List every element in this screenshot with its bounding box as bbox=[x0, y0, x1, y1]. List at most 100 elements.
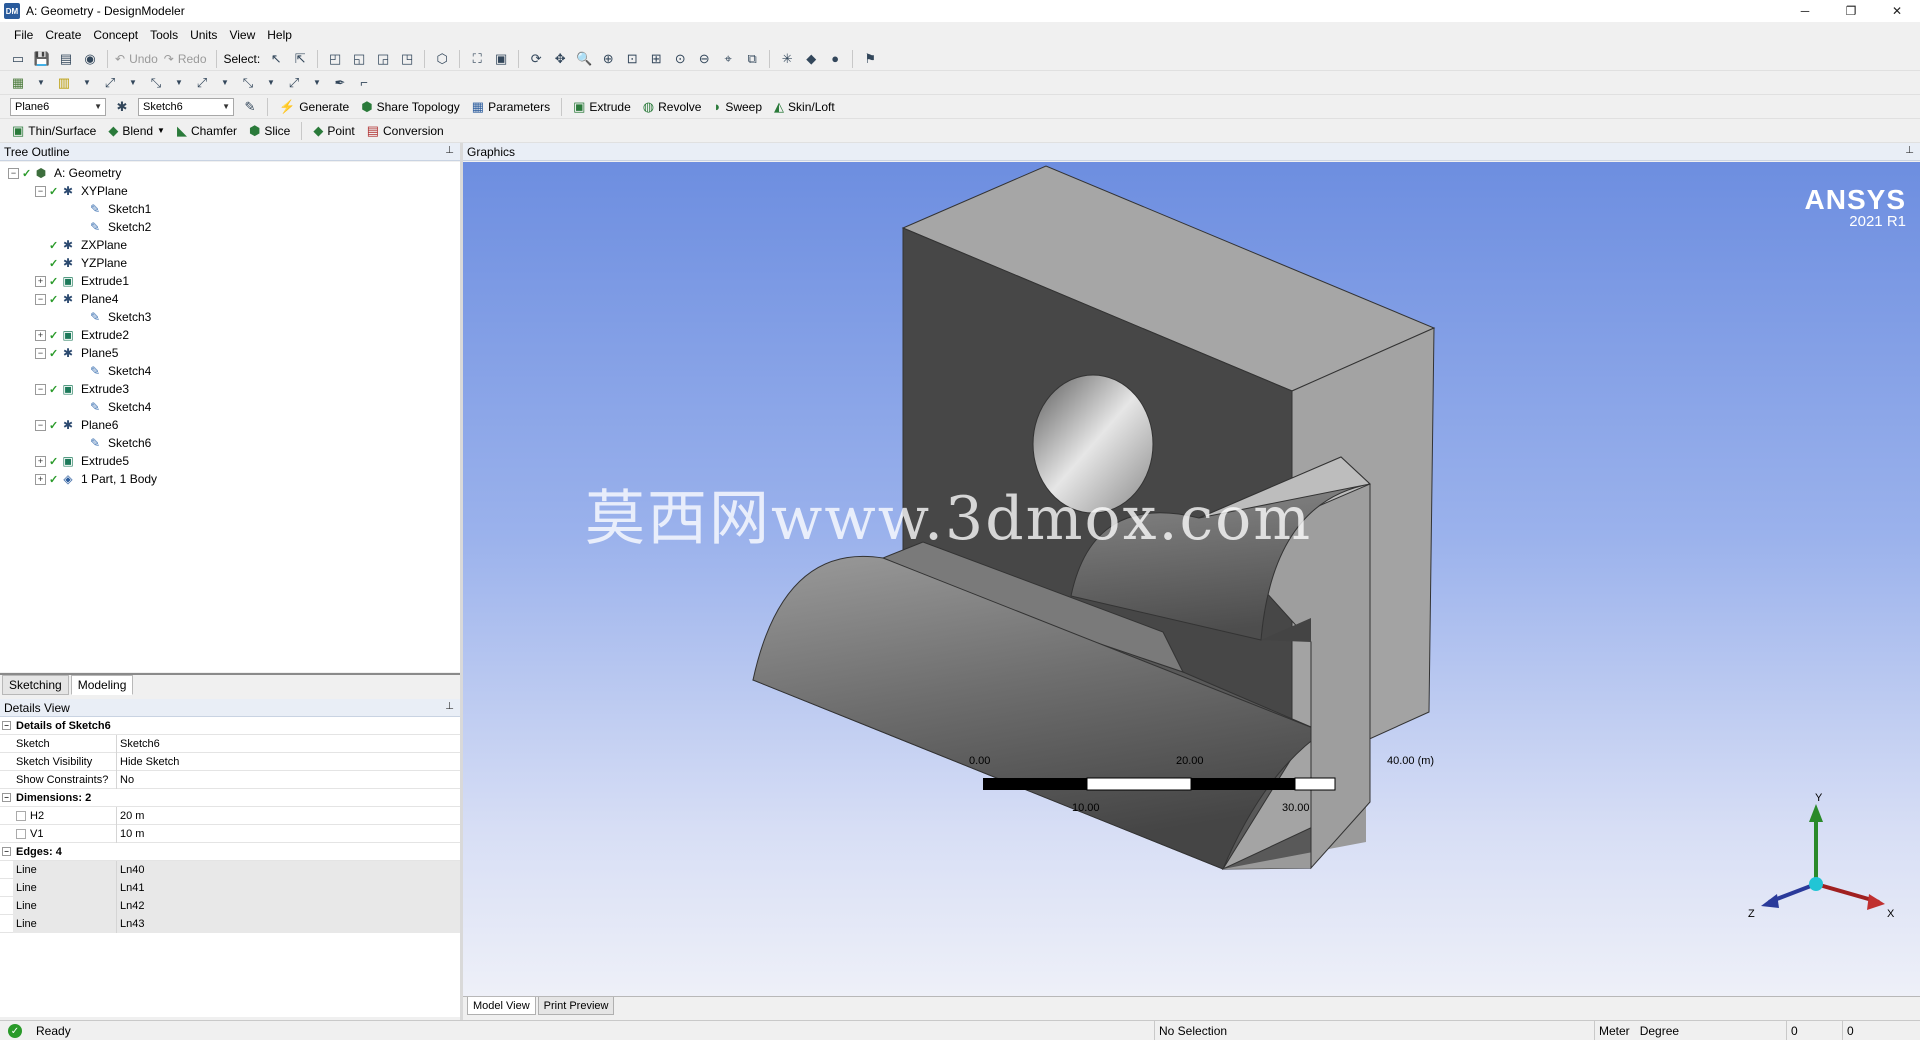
face-color-icon[interactable]: ▦ bbox=[8, 73, 28, 93]
point-tool-icon[interactable]: ⤢ bbox=[100, 73, 120, 93]
display-model-icon[interactable]: ◆ bbox=[801, 49, 821, 69]
tree-item[interactable]: ✎ Sketch2 bbox=[0, 218, 460, 236]
arc-tool-icon[interactable]: ⤡ bbox=[238, 73, 258, 93]
tree-item[interactable]: − ✓ ▣ Extrude3 bbox=[0, 380, 460, 398]
tree-item[interactable]: − ✓ ⬢ A: Geometry bbox=[0, 164, 460, 182]
details-section-main[interactable]: − Details of Sketch6 bbox=[0, 717, 460, 735]
look-at-icon[interactable]: ⌖ bbox=[718, 49, 738, 69]
details-section-dimensions[interactable]: − Dimensions: 2 bbox=[0, 789, 460, 807]
collapse-icon[interactable]: − bbox=[35, 185, 46, 197]
select-faces-icon[interactable]: ◲ bbox=[373, 49, 393, 69]
tree-item[interactable]: − ✓ ✱ XYPlane bbox=[0, 182, 460, 200]
tree-item[interactable]: ✎ Sketch6 bbox=[0, 434, 460, 452]
expand-icon[interactable]: + bbox=[35, 329, 46, 341]
tree-item[interactable]: − ✓ ✱ Plane5 bbox=[0, 344, 460, 362]
thin-surface-button[interactable]: ▣ Thin/Surface bbox=[6, 120, 102, 142]
tree-item[interactable]: + ✓ ▣ Extrude1 bbox=[0, 272, 460, 290]
tab-sketching[interactable]: Sketching bbox=[2, 675, 69, 695]
tree-item[interactable]: − ✓ ✱ Plane6 bbox=[0, 416, 460, 434]
parameter-checkbox[interactable] bbox=[16, 828, 26, 839]
zoom-icon[interactable]: 🔍 bbox=[574, 49, 594, 69]
dropdown-arrow-icon[interactable]: ▼ bbox=[170, 73, 188, 93]
sketch-select[interactable]: Sketch6 ▼ bbox=[138, 97, 234, 116]
tree-item[interactable]: ✓ ✱ ZXPlane bbox=[0, 236, 460, 254]
tree-item[interactable]: + ✓ ▣ Extrude5 bbox=[0, 452, 460, 470]
pin-icon[interactable]: ⊥ bbox=[445, 145, 454, 156]
details-row[interactable]: Sketch Visibility Hide Sketch bbox=[0, 752, 460, 771]
curve-tool-icon[interactable]: ⤢ bbox=[192, 73, 212, 93]
revolve-button[interactable]: ◍ Revolve bbox=[637, 96, 708, 118]
point-projection-icon[interactable]: ⌐ bbox=[354, 73, 374, 93]
tree-item[interactable]: ✎ Sketch3 bbox=[0, 308, 460, 326]
collapse-icon[interactable]: − bbox=[35, 419, 46, 431]
parameter-checkbox[interactable] bbox=[16, 810, 26, 821]
point-feature-icon[interactable]: ✒ bbox=[330, 73, 350, 93]
menu-view[interactable]: View bbox=[223, 28, 261, 42]
save-as-icon[interactable]: ▤ bbox=[56, 49, 76, 69]
collapse-icon[interactable]: − bbox=[2, 793, 11, 802]
pin-icon[interactable]: ⊥ bbox=[1905, 145, 1914, 156]
menu-concept[interactable]: Concept bbox=[87, 28, 144, 42]
box-select-icon[interactable]: ▣ bbox=[491, 49, 511, 69]
select-bodies-icon[interactable]: ◳ bbox=[397, 49, 417, 69]
select-mode-icon[interactable]: ↖ bbox=[266, 49, 286, 69]
tree-item[interactable]: ✎ Sketch4 bbox=[0, 362, 460, 380]
magnifier-icon[interactable]: ⊙ bbox=[670, 49, 690, 69]
display-plane-icon[interactable]: ⚑ bbox=[860, 49, 880, 69]
minimize-button[interactable]: ─ bbox=[1782, 0, 1828, 22]
parameters-button[interactable]: ▦ Parameters bbox=[466, 96, 556, 118]
collapse-icon[interactable]: − bbox=[35, 293, 46, 305]
new-plane-icon[interactable]: ✱ bbox=[112, 97, 132, 117]
screenshot-icon[interactable]: ◉ bbox=[80, 49, 100, 69]
collapse-icon[interactable]: − bbox=[2, 721, 11, 730]
collapse-icon[interactable]: − bbox=[35, 347, 46, 359]
graphics-viewport[interactable]: ANSYS 2021 R1 莫西网www.3dmox.com 0.00 20.0… bbox=[463, 162, 1920, 996]
edge-row[interactable]: Line Ln42 bbox=[0, 896, 460, 915]
dropdown-arrow-icon[interactable]: ▼ bbox=[308, 73, 326, 93]
zoom-fit-icon[interactable]: ⊞ bbox=[646, 49, 666, 69]
slice-button[interactable]: ⬢ Slice bbox=[243, 120, 296, 142]
expand-icon[interactable]: + bbox=[35, 455, 46, 467]
axis-triad[interactable] bbox=[1739, 792, 1889, 932]
redo-button[interactable]: ↷ Redo bbox=[164, 52, 207, 66]
select-filter-icon[interactable]: ⇱ bbox=[290, 49, 310, 69]
menu-create[interactable]: Create bbox=[39, 28, 87, 42]
extend-selection-icon[interactable]: ⬡ bbox=[432, 49, 452, 69]
menu-file[interactable]: File bbox=[8, 28, 39, 42]
tab-print-preview[interactable]: Print Preview bbox=[537, 997, 615, 1015]
menu-units[interactable]: Units bbox=[184, 28, 223, 42]
edge-row[interactable]: Line Ln40 bbox=[0, 860, 460, 879]
close-button[interactable]: ✕ bbox=[1874, 0, 1920, 22]
save-icon[interactable]: 💾 bbox=[32, 49, 52, 69]
zoom-box-icon[interactable]: ⊡ bbox=[622, 49, 642, 69]
menu-help[interactable]: Help bbox=[261, 28, 298, 42]
menu-tools[interactable]: Tools bbox=[144, 28, 184, 42]
details-section-edges[interactable]: − Edges: 4 bbox=[0, 843, 460, 861]
collapse-icon[interactable]: − bbox=[35, 383, 46, 395]
tab-modeling[interactable]: Modeling bbox=[70, 675, 134, 695]
dropdown-arrow-icon[interactable]: ▼ bbox=[262, 73, 280, 93]
generate-button[interactable]: ⚡ Generate bbox=[273, 96, 355, 118]
tree-item[interactable]: ✎ Sketch4 bbox=[0, 398, 460, 416]
dropdown-arrow-icon[interactable]: ▼ bbox=[216, 73, 234, 93]
collapse-icon[interactable]: − bbox=[2, 847, 11, 856]
plane-select[interactable]: Plane6 ▼ bbox=[10, 97, 106, 116]
sweep-button[interactable]: ◗ Sweep bbox=[707, 96, 768, 118]
new-sketch-icon[interactable]: ✎ bbox=[240, 97, 260, 117]
line-tool-icon[interactable]: ⤡ bbox=[146, 73, 166, 93]
select-all-icon[interactable]: ⛶ bbox=[467, 49, 487, 69]
rotate-icon[interactable]: ⟳ bbox=[526, 49, 546, 69]
undo-button[interactable]: ↶ Undo bbox=[115, 52, 158, 66]
restore-button[interactable]: ❐ bbox=[1828, 0, 1874, 22]
pan-icon[interactable]: ✥ bbox=[550, 49, 570, 69]
chamfer-button[interactable]: ◣ Chamfer bbox=[171, 120, 243, 142]
previous-view-icon[interactable]: ⧉ bbox=[742, 49, 762, 69]
tree-item[interactable]: − ✓ ✱ Plane4 bbox=[0, 290, 460, 308]
tree-item[interactable]: ✓ ✱ YZPlane bbox=[0, 254, 460, 272]
conversion-button[interactable]: ▤ Conversion bbox=[361, 120, 450, 142]
dimension-row[interactable]: V1 10 m bbox=[0, 824, 460, 843]
expand-icon[interactable]: + bbox=[35, 473, 46, 485]
dropdown-arrow-icon[interactable]: ▼ bbox=[32, 73, 50, 93]
edge-row[interactable]: Line Ln41 bbox=[0, 878, 460, 897]
select-points-icon[interactable]: ◰ bbox=[325, 49, 345, 69]
